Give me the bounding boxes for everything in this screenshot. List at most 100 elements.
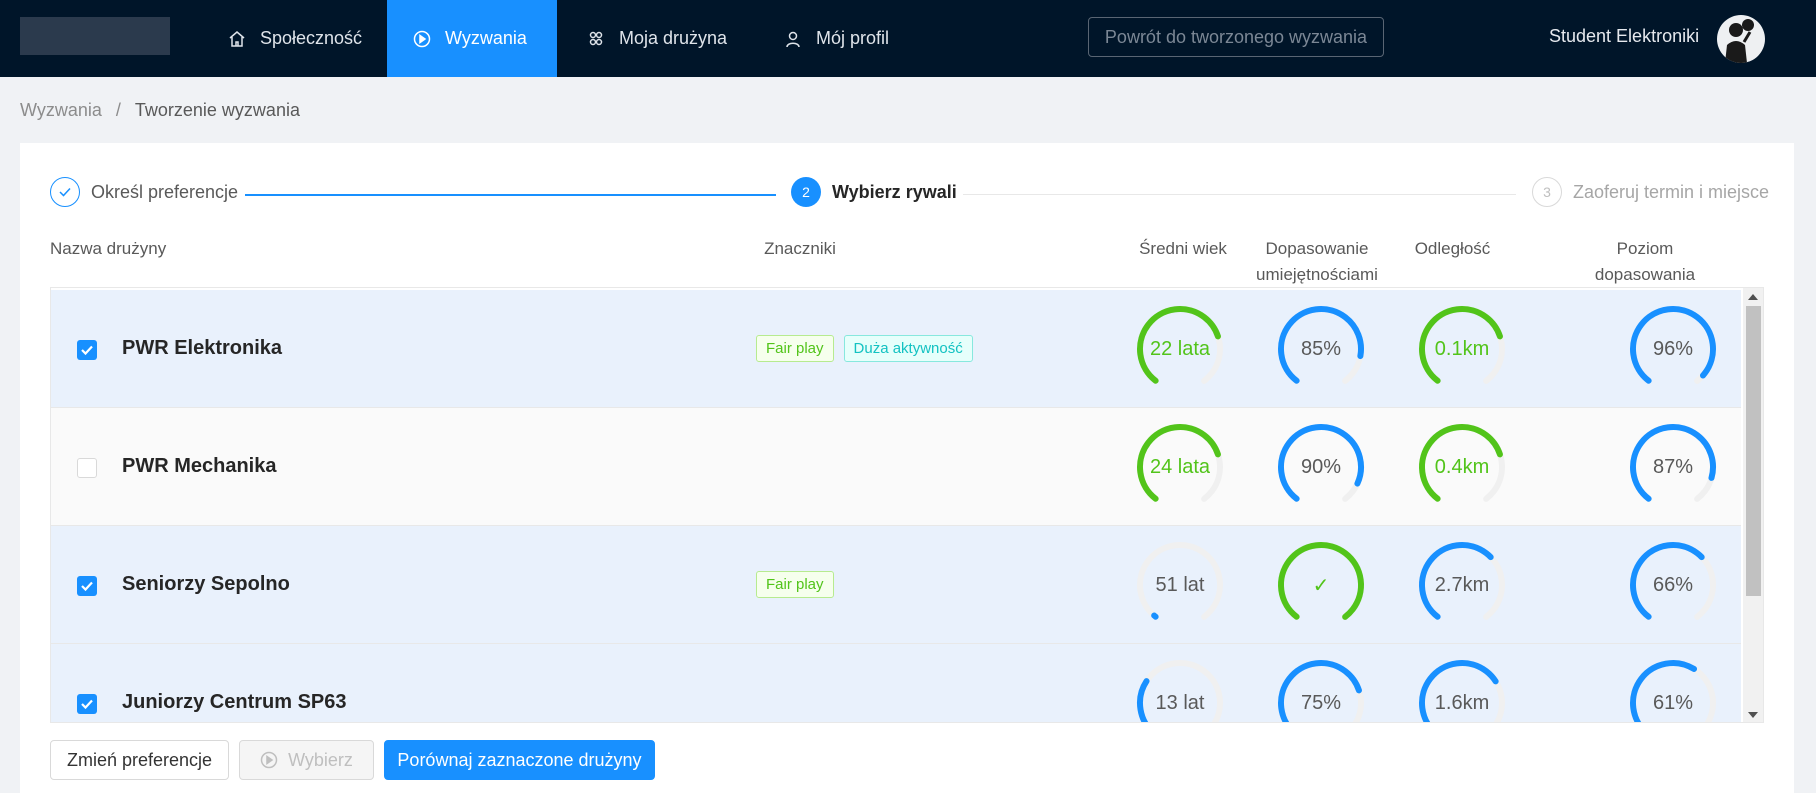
team-icon xyxy=(589,31,603,45)
column-header-name: Nazwa drużyny xyxy=(50,239,167,258)
nav-spolecznosc[interactable]: Społeczność xyxy=(202,0,388,77)
gauge-distance: 0.4km xyxy=(1417,422,1507,512)
step-connector xyxy=(963,194,1516,195)
gauge-value: 75% xyxy=(1300,691,1342,714)
breadcrumb-link-wyzwania[interactable]: Wyzwania xyxy=(20,100,102,120)
row-checkbox[interactable] xyxy=(77,576,97,596)
play-circle-icon xyxy=(413,30,431,47)
row-checkbox[interactable] xyxy=(77,458,97,478)
return-to-challenge-button[interactable]: Powrót do tworzonego wyzwania xyxy=(1088,17,1384,57)
gauge-value: 22 lata xyxy=(1149,337,1211,360)
gauge-value: 2.7km xyxy=(1434,573,1490,596)
column-header-skill: Dopasowanie umiejętnościami xyxy=(1240,236,1394,288)
avatar-silhouette-icon xyxy=(1725,19,1754,63)
change-preferences-button[interactable]: Zmień preferencje xyxy=(50,740,229,780)
gauge-level: 66% xyxy=(1628,540,1718,630)
nav-moja-druzyna[interactable]: Moja drużyna xyxy=(561,0,753,77)
table-row[interactable]: Juniorzy Centrum SP63 13 lat 75% 1.6km 61% xyxy=(51,644,1741,722)
gauge-value: 51 lat xyxy=(1155,573,1205,596)
gauge-skill: 75% xyxy=(1276,658,1366,722)
nav-label: Społeczność xyxy=(260,28,363,48)
column-header-distance: Odległość xyxy=(1414,239,1491,258)
column-header-tags: Znaczniki xyxy=(764,239,836,258)
breadcrumb-separator: / xyxy=(115,100,121,120)
gauge-age: 24 lata xyxy=(1135,422,1225,512)
step-2: 2 Wybierz rywali xyxy=(791,177,957,207)
team-name[interactable]: Seniorzy Sepolno xyxy=(122,573,290,596)
scroll-up-arrow-icon[interactable] xyxy=(1748,294,1758,300)
column-header-age: Średni wiek xyxy=(1139,239,1227,258)
user-icon xyxy=(786,31,800,47)
tag: Fair play xyxy=(756,335,834,362)
column-header-level-line1: Poziom xyxy=(1616,239,1674,258)
nav-wyzwania[interactable]: Wyzwania xyxy=(387,0,557,77)
tags-list: Fair play xyxy=(756,571,834,598)
gauge-value: 1.6km xyxy=(1434,691,1490,714)
column-header-level: Poziom dopasowania xyxy=(1590,236,1700,288)
gauge-value: 0.1km xyxy=(1434,337,1490,360)
nav-moj-profil[interactable]: Mój profil xyxy=(758,0,915,77)
step-number: 2 xyxy=(791,177,821,207)
gauge-age: 13 lat xyxy=(1135,658,1225,722)
app-logo[interactable] xyxy=(20,17,170,55)
column-header-skill-line2: umiejętnościami xyxy=(1256,265,1378,284)
choose-button-label: Wybierz xyxy=(288,749,353,770)
nav-label: Mój profil xyxy=(816,28,890,48)
table-row[interactable]: PWR Mechanika 24 lata 90% 0.4km 87% xyxy=(51,408,1741,526)
team-name[interactable]: PWR Elektronika xyxy=(122,337,282,360)
home-icon xyxy=(229,30,245,47)
gauge-skill: 85% xyxy=(1276,304,1366,394)
choose-button[interactable]: Wybierz xyxy=(239,740,374,780)
gauge-value: 24 lata xyxy=(1149,455,1211,478)
gauge-distance: 1.6km xyxy=(1417,658,1507,722)
row-checkbox[interactable] xyxy=(77,694,97,714)
scroll-thumb[interactable] xyxy=(1746,306,1761,596)
teams-table[interactable]: PWR Elektronika Fair play Duża aktywność 22… xyxy=(50,287,1764,723)
gauge-skill: 90% xyxy=(1276,422,1366,512)
gauge-age: 51 lat xyxy=(1135,540,1225,630)
tags-list: Fair play Duża aktywność xyxy=(756,335,973,362)
gauge-value: 87% xyxy=(1652,455,1694,478)
breadcrumb-current: Tworzenie wyzwania xyxy=(134,100,300,120)
table-row[interactable]: PWR Elektronika Fair play Duża aktywność 22… xyxy=(51,290,1741,408)
check-icon xyxy=(81,581,93,592)
gauge-value: 61% xyxy=(1652,691,1694,714)
row-checkbox[interactable] xyxy=(77,340,97,360)
nav-label: Wyzwania xyxy=(445,28,527,48)
gauge-value: 85% xyxy=(1300,337,1342,360)
step-label: Wybierz rywali xyxy=(832,181,957,202)
gauge-distance: 0.1km xyxy=(1417,304,1507,394)
step-label: Zaoferuj termin i miejsce xyxy=(1573,181,1770,202)
gauge-value: 13 lat xyxy=(1155,691,1205,714)
table-scrollbar[interactable] xyxy=(1743,288,1763,722)
tag: Fair play xyxy=(756,571,834,598)
column-header-skill-line1: Dopasowanie xyxy=(1265,239,1369,258)
gauge-age: 22 lata xyxy=(1135,304,1225,394)
gauge-value: 96% xyxy=(1652,337,1694,360)
username[interactable]: Student Elektroniki xyxy=(1549,26,1699,47)
breadcrumb: Wyzwania / Tworzenie wyzwania xyxy=(20,100,300,121)
compare-selected-teams-button[interactable]: Porównaj zaznaczone drużyny xyxy=(384,740,655,780)
gauge-level: 61% xyxy=(1628,658,1718,722)
gauge-value: 0.4km xyxy=(1434,455,1490,478)
team-name[interactable]: PWR Mechanika xyxy=(122,455,276,478)
step-label: Określ preferencje xyxy=(91,181,239,202)
gauge-value: 90% xyxy=(1300,455,1342,478)
tag: Duża aktywność xyxy=(843,335,973,362)
play-circle-icon xyxy=(260,751,278,769)
top-navbar: Społeczność Wyzwania Moja drużyna Mój pr… xyxy=(0,0,1816,77)
table-row[interactable]: Seniorzy Sepolno Fair play 51 lat ✓ 2.7km 66% xyxy=(51,526,1741,644)
scroll-down-arrow-icon[interactable] xyxy=(1748,712,1758,718)
gauge-value: 66% xyxy=(1652,573,1694,596)
step-connector xyxy=(245,194,776,196)
check-icon xyxy=(81,699,93,710)
step-finished-check-icon xyxy=(50,177,80,207)
gauge-value: ✓ xyxy=(1312,574,1330,597)
gauge-distance: 2.7km xyxy=(1417,540,1507,630)
team-name[interactable]: Juniorzy Centrum SP63 xyxy=(122,691,347,714)
gauge-level: 96% xyxy=(1628,304,1718,394)
gauge-level: 87% xyxy=(1628,422,1718,512)
step-number: 3 xyxy=(1532,177,1562,207)
step-1: Określ preferencje xyxy=(50,177,238,207)
avatar[interactable] xyxy=(1717,15,1765,63)
